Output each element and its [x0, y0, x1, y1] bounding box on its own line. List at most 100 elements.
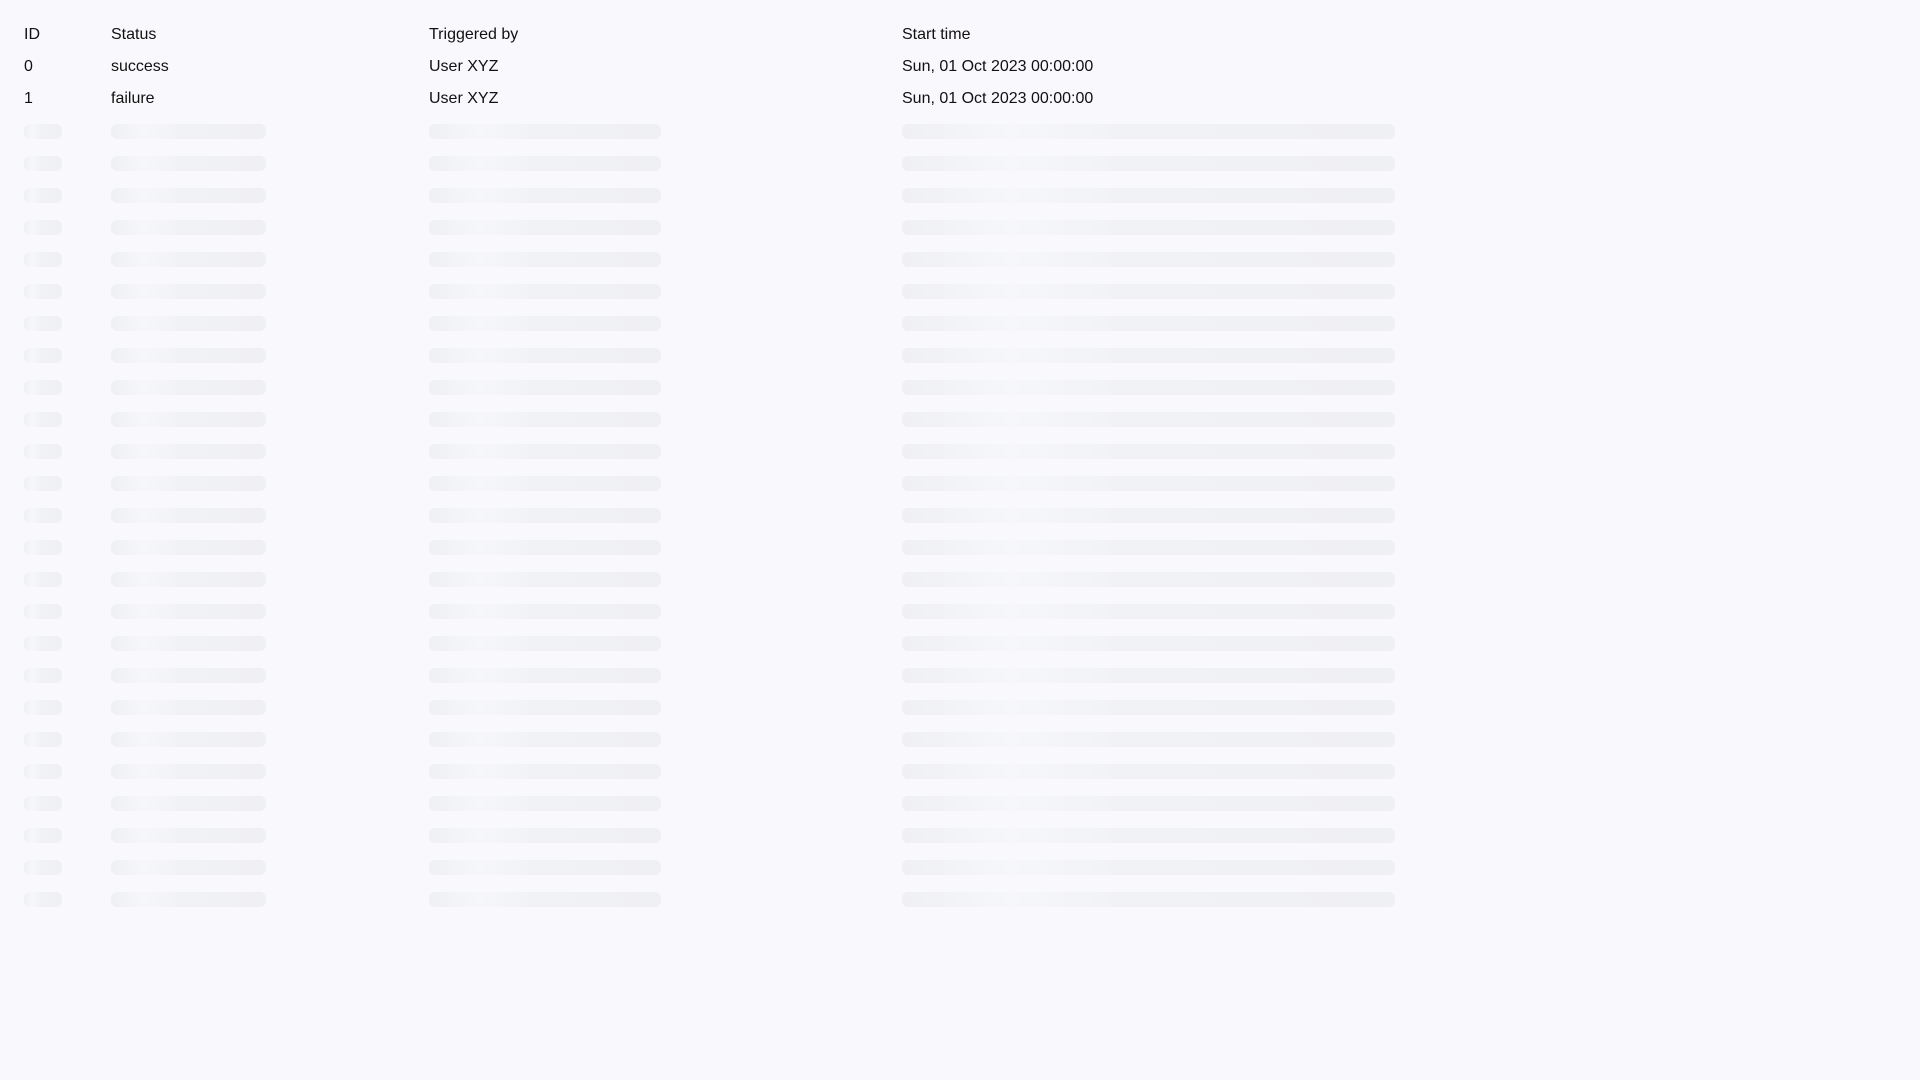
skeleton-id: [24, 380, 62, 395]
skeleton-start-time: [902, 668, 1395, 683]
skeleton-row: [0, 854, 1920, 886]
skeleton-id: [24, 700, 62, 715]
loading-skeleton-rows: [0, 118, 1920, 918]
skeleton-start-time: [902, 828, 1395, 843]
skeleton-row: [0, 534, 1920, 566]
row-triggered-by: User XYZ: [429, 58, 499, 75]
skeleton-row: [0, 662, 1920, 694]
skeleton-start-time: [902, 700, 1395, 715]
skeleton-start-time: [902, 572, 1395, 587]
skeleton-row: [0, 502, 1920, 534]
skeleton-row: [0, 182, 1920, 214]
skeleton-start-time: [902, 508, 1395, 523]
skeleton-triggered-by: [429, 540, 661, 555]
skeleton-triggered-by: [429, 732, 661, 747]
skeleton-triggered-by: [429, 156, 661, 171]
skeleton-start-time: [902, 220, 1395, 235]
skeleton-id: [24, 668, 62, 683]
skeleton-start-time: [902, 860, 1395, 875]
skeleton-status: [111, 476, 266, 491]
skeleton-row: [0, 822, 1920, 854]
skeleton-triggered-by: [429, 252, 661, 267]
skeleton-triggered-by: [429, 284, 661, 299]
skeleton-triggered-by: [429, 860, 661, 875]
runs-table: ID Status Triggered by Start time 0 succ…: [0, 22, 1920, 918]
skeleton-triggered-by: [429, 508, 661, 523]
skeleton-triggered-by: [429, 412, 661, 427]
skeleton-id: [24, 508, 62, 523]
skeleton-triggered-by: [429, 700, 661, 715]
skeleton-start-time: [902, 252, 1395, 267]
skeleton-triggered-by: [429, 124, 661, 139]
skeleton-row: [0, 150, 1920, 182]
table-row[interactable]: 1 failure User XYZ Sun, 01 Oct 2023 00:0…: [0, 86, 1920, 118]
skeleton-triggered-by: [429, 636, 661, 651]
skeleton-start-time: [902, 188, 1395, 203]
skeleton-row: [0, 470, 1920, 502]
skeleton-status: [111, 604, 266, 619]
row-start-time: Sun, 01 Oct 2023 00:00:00: [902, 58, 1094, 75]
skeleton-status: [111, 828, 266, 843]
skeleton-row: [0, 246, 1920, 278]
skeleton-row: [0, 406, 1920, 438]
row-id: 1: [24, 90, 33, 107]
skeleton-id: [24, 796, 62, 811]
skeleton-triggered-by: [429, 828, 661, 843]
skeleton-id: [24, 476, 62, 491]
skeleton-status: [111, 380, 266, 395]
skeleton-id: [24, 636, 62, 651]
skeleton-triggered-by: [429, 220, 661, 235]
skeleton-status: [111, 668, 266, 683]
table-row[interactable]: 0 success User XYZ Sun, 01 Oct 2023 00:0…: [0, 54, 1920, 86]
skeleton-triggered-by: [429, 348, 661, 363]
column-header-triggered-by[interactable]: Triggered by: [429, 22, 518, 54]
skeleton-triggered-by: [429, 604, 661, 619]
skeleton-triggered-by: [429, 796, 661, 811]
skeleton-status: [111, 252, 266, 267]
skeleton-status: [111, 188, 266, 203]
skeleton-triggered-by: [429, 188, 661, 203]
row-status: success: [111, 58, 169, 75]
skeleton-status: [111, 700, 266, 715]
skeleton-start-time: [902, 348, 1395, 363]
row-id: 0: [24, 58, 33, 75]
skeleton-id: [24, 284, 62, 299]
skeleton-status: [111, 796, 266, 811]
skeleton-status: [111, 572, 266, 587]
skeleton-status: [111, 444, 266, 459]
skeleton-row: [0, 214, 1920, 246]
skeleton-id: [24, 892, 62, 907]
skeleton-triggered-by: [429, 668, 661, 683]
skeleton-id: [24, 444, 62, 459]
skeleton-id: [24, 732, 62, 747]
skeleton-id: [24, 572, 62, 587]
skeleton-id: [24, 316, 62, 331]
skeleton-row: [0, 694, 1920, 726]
skeleton-status: [111, 348, 266, 363]
column-header-id[interactable]: ID: [24, 22, 40, 54]
skeleton-id: [24, 156, 62, 171]
skeleton-start-time: [902, 476, 1395, 491]
skeleton-row: [0, 278, 1920, 310]
row-status: failure: [111, 90, 155, 107]
skeleton-row: [0, 598, 1920, 630]
skeleton-start-time: [902, 604, 1395, 619]
skeleton-id: [24, 540, 62, 555]
skeleton-row: [0, 790, 1920, 822]
skeleton-triggered-by: [429, 444, 661, 459]
skeleton-triggered-by: [429, 380, 661, 395]
skeleton-id: [24, 188, 62, 203]
skeleton-start-time: [902, 444, 1395, 459]
skeleton-id: [24, 348, 62, 363]
column-header-status[interactable]: Status: [111, 22, 156, 54]
skeleton-start-time: [902, 892, 1395, 907]
skeleton-id: [24, 860, 62, 875]
skeleton-status: [111, 316, 266, 331]
skeleton-status: [111, 892, 266, 907]
skeleton-start-time: [902, 124, 1395, 139]
row-triggered-by: User XYZ: [429, 90, 499, 107]
skeleton-row: [0, 726, 1920, 758]
skeleton-id: [24, 252, 62, 267]
skeleton-start-time: [902, 636, 1395, 651]
column-header-start-time[interactable]: Start time: [902, 22, 970, 54]
